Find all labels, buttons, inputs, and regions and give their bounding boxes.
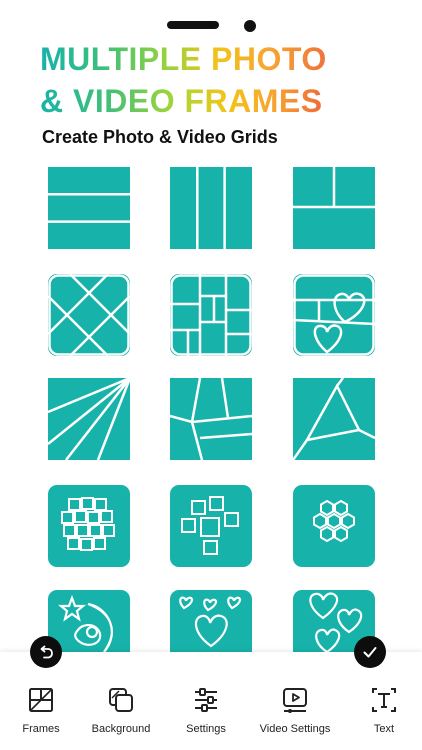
frame-tile-diagonal[interactable]: [48, 274, 130, 356]
frame-tile-squares-cluster[interactable]: [48, 485, 130, 567]
frame-tile-mosaic[interactable]: [170, 274, 252, 356]
background-icon: [109, 688, 133, 712]
frame-tile-split[interactable]: [293, 167, 375, 249]
headline-line-1: MULTIPLE PHOTO: [40, 41, 327, 77]
check-icon: [363, 647, 377, 658]
fan-frame-icon: [48, 378, 130, 460]
frame-tile-hearts[interactable]: [293, 274, 375, 356]
sliders-icon: [195, 688, 217, 712]
toolbar-video-settings-label: Video Settings: [259, 723, 331, 735]
frame-tile-shards[interactable]: [170, 378, 252, 460]
mosaic-frame-icon: [170, 274, 252, 356]
frame-tile-many-hearts[interactable]: [170, 590, 252, 660]
undo-button[interactable]: [30, 636, 62, 668]
toolbar-settings-label: Settings: [186, 723, 226, 735]
toolbar-frames-label: Frames: [22, 723, 60, 735]
frame-tile-columns[interactable]: [170, 167, 252, 249]
frame-tile-triangle[interactable]: [293, 378, 375, 460]
frame-tile-hexagons[interactable]: [293, 485, 375, 567]
headline-line-2: & VIDEO FRAMES: [40, 83, 323, 119]
toolbar-text-label: Text: [373, 723, 395, 735]
toolbar-video-settings-button[interactable]: Video Settings: [255, 652, 335, 750]
frame-tile-scattered[interactable]: [170, 485, 252, 567]
split-frame-icon: [293, 167, 375, 249]
frame-tile-fan[interactable]: [48, 378, 130, 460]
subtitle: Create Photo & Video Grids: [42, 127, 278, 147]
diagonal-frame-icon: [48, 274, 130, 356]
many-hearts-frame-icon: [170, 590, 252, 660]
text-icon: [372, 688, 396, 712]
squares-cluster-frame-icon: [48, 485, 130, 567]
toolbar-background-button[interactable]: Background: [86, 652, 156, 750]
frame-tile-rows[interactable]: [48, 167, 130, 249]
three-columns-frame-icon: [170, 167, 252, 249]
toolbar-background-label: Background: [91, 723, 151, 735]
three-rows-frame-icon: [48, 167, 130, 249]
bottom-toolbar: Frames Background Settings Video Setting…: [0, 652, 422, 750]
scattered-squares-frame-icon: [170, 485, 252, 567]
frames-icon: [29, 688, 53, 712]
toolbar-settings-button[interactable]: Settings: [180, 652, 232, 750]
undo-icon: [40, 645, 53, 659]
triangle-frame-icon: [293, 378, 375, 460]
video-play-icon: [283, 688, 307, 713]
hearts-frame-icon: [293, 274, 375, 356]
confirm-button[interactable]: [354, 636, 386, 668]
shards-frame-icon: [170, 378, 252, 460]
hexagon-frame-icon: [293, 485, 375, 567]
